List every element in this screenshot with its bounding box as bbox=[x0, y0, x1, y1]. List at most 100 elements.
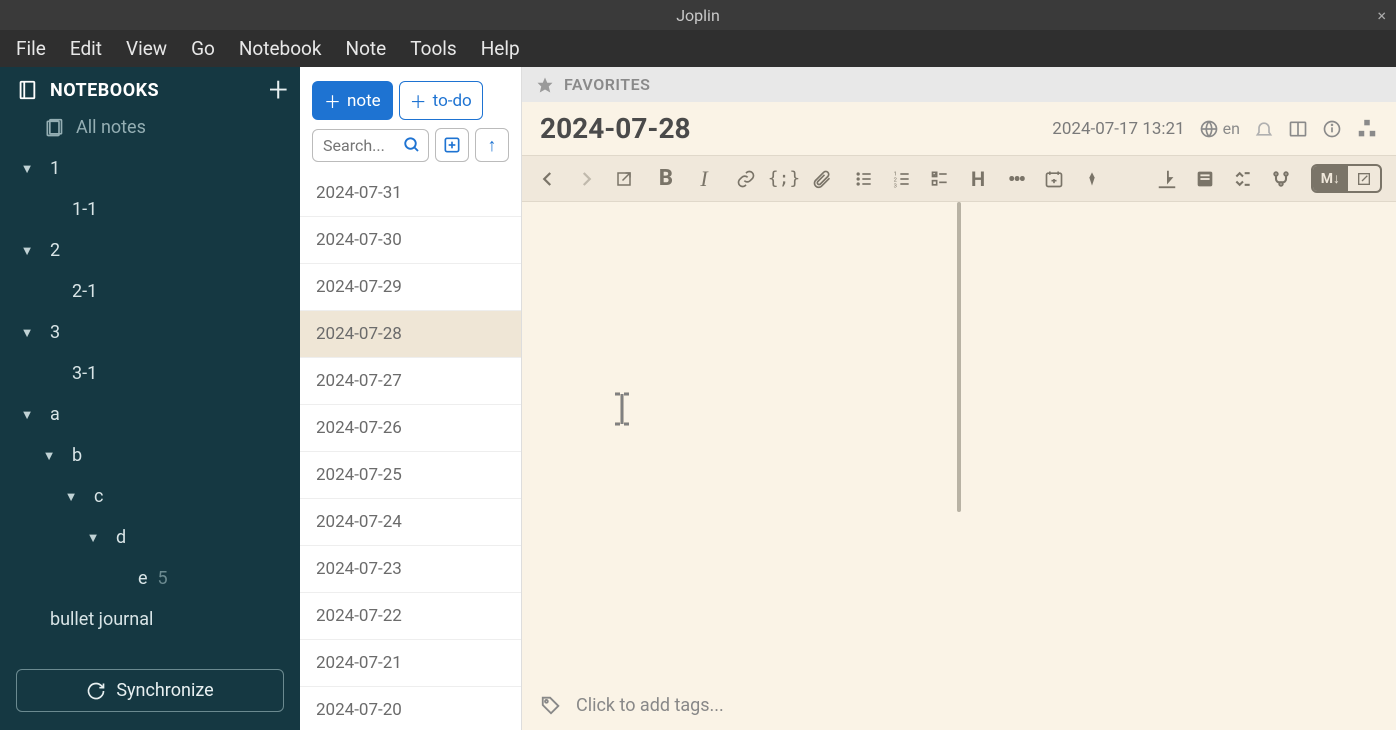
menu-note[interactable]: Note bbox=[338, 33, 395, 64]
notebook-item[interactable]: ▼3 bbox=[0, 312, 300, 353]
synchronize-button[interactable]: Synchronize bbox=[16, 669, 284, 712]
notebook-item[interactable]: ▼1 bbox=[0, 148, 300, 189]
notebook-label: 1-1 bbox=[72, 199, 97, 220]
note-list[interactable]: 2024-07-312024-07-302024-07-292024-07-28… bbox=[300, 170, 521, 730]
forward-button[interactable] bbox=[574, 167, 598, 191]
notebook-label: 3 bbox=[50, 322, 60, 343]
lang-label: en bbox=[1223, 119, 1240, 138]
notebook-item[interactable]: ▼b bbox=[0, 435, 300, 476]
chevron-down-icon[interactable]: ▼ bbox=[18, 243, 36, 259]
note-list-item[interactable]: 2024-07-22 bbox=[300, 593, 521, 640]
text-cursor-icon bbox=[612, 392, 632, 426]
notebook-count: 5 bbox=[158, 568, 168, 589]
menu-tools[interactable]: Tools bbox=[402, 33, 465, 64]
sidebar-title: NOTEBOOKS bbox=[50, 80, 159, 101]
menu-file[interactable]: File bbox=[8, 33, 54, 64]
alarm-icon[interactable] bbox=[1254, 119, 1274, 139]
chevron-down-icon[interactable]: ▼ bbox=[18, 325, 36, 341]
notebook-label: b bbox=[72, 445, 82, 466]
branch-icon[interactable] bbox=[1269, 167, 1293, 191]
svg-text:3: 3 bbox=[894, 183, 897, 189]
chevron-down-icon[interactable]: ▼ bbox=[62, 489, 80, 505]
toggle-sort-button[interactable] bbox=[435, 128, 469, 162]
note-list-item[interactable]: 2024-07-23 bbox=[300, 546, 521, 593]
chevron-down-icon[interactable]: ▼ bbox=[18, 407, 36, 423]
note-list-item[interactable]: 2024-07-27 bbox=[300, 358, 521, 405]
markdown-toggle[interactable]: M↓ bbox=[1311, 164, 1382, 193]
menu-view[interactable]: View bbox=[118, 33, 175, 64]
back-button[interactable] bbox=[536, 167, 560, 191]
link-button[interactable] bbox=[734, 167, 758, 191]
toggle-layout-icon[interactable] bbox=[1288, 119, 1308, 139]
menu-notebook[interactable]: Notebook bbox=[231, 33, 330, 64]
editor-textarea[interactable] bbox=[522, 202, 956, 684]
chevron-down-icon[interactable]: ▼ bbox=[40, 448, 58, 464]
italic-button[interactable]: I bbox=[692, 167, 716, 191]
notebook-item[interactable]: 2-1 bbox=[0, 271, 300, 312]
editor-panel: FAVORITES 2024-07-17 13:21 en bbox=[522, 67, 1396, 730]
note-timestamp: 2024-07-17 13:21 bbox=[1052, 119, 1184, 139]
notebook-item[interactable]: 3-1 bbox=[0, 353, 300, 394]
richtext-icon bbox=[1348, 167, 1380, 191]
external-edit-icon[interactable] bbox=[612, 167, 636, 191]
hr-button[interactable]: ••• bbox=[1004, 167, 1028, 191]
note-list-item[interactable]: 2024-07-30 bbox=[300, 217, 521, 264]
notebook-label: a bbox=[50, 404, 60, 425]
library-icon[interactable] bbox=[1193, 167, 1217, 191]
add-notebook-button[interactable]: + bbox=[269, 82, 288, 99]
bullet-list-button[interactable] bbox=[852, 167, 876, 191]
notebook-label: 1 bbox=[50, 158, 60, 179]
notebook-item[interactable]: 1-1 bbox=[0, 189, 300, 230]
menu-edit[interactable]: Edit bbox=[62, 33, 110, 64]
note-title-input[interactable] bbox=[540, 112, 1038, 145]
menu-go[interactable]: Go bbox=[183, 33, 223, 64]
notes-icon bbox=[44, 118, 64, 138]
note-info-icon[interactable] bbox=[1322, 119, 1342, 139]
note-list-item[interactable]: 2024-07-20 bbox=[300, 687, 521, 730]
heading-button[interactable]: H bbox=[966, 167, 990, 191]
note-list-item[interactable]: 2024-07-28 bbox=[300, 311, 521, 358]
notebook-item[interactable]: bullet journal bbox=[0, 599, 300, 640]
notebook-item[interactable]: e5 bbox=[0, 558, 300, 599]
tag-icon[interactable] bbox=[540, 694, 562, 716]
notebook-item[interactable]: ▼d bbox=[0, 517, 300, 558]
notebook-item[interactable]: ▼a bbox=[0, 394, 300, 435]
number-list-button[interactable]: 123 bbox=[890, 167, 914, 191]
note-list-item[interactable]: 2024-07-24 bbox=[300, 499, 521, 546]
attach-button[interactable] bbox=[810, 167, 834, 191]
note-list-item[interactable]: 2024-07-29 bbox=[300, 264, 521, 311]
preview-pane bbox=[962, 202, 1396, 684]
star-icon bbox=[536, 76, 554, 94]
sort-direction-button[interactable]: ↑ bbox=[475, 128, 509, 162]
chevron-down-icon[interactable]: ▼ bbox=[18, 161, 36, 177]
note-list-item[interactable]: 2024-07-21 bbox=[300, 640, 521, 687]
notebook-label: bullet journal bbox=[50, 609, 153, 630]
note-list-item[interactable]: 2024-07-31 bbox=[300, 170, 521, 217]
code-button[interactable]: {;} bbox=[772, 167, 796, 191]
datetime-button[interactable] bbox=[1042, 167, 1066, 191]
editor-body bbox=[522, 202, 1396, 684]
notebook-item[interactable]: ▼c bbox=[0, 476, 300, 517]
tags-placeholder[interactable]: Click to add tags... bbox=[576, 695, 724, 716]
plugin-icon[interactable] bbox=[1356, 118, 1378, 140]
chevron-down-icon[interactable]: ▼ bbox=[84, 530, 102, 546]
plus-icon: ＋ bbox=[324, 88, 341, 113]
pen-icon[interactable] bbox=[1080, 167, 1104, 191]
new-note-button[interactable]: ＋ note bbox=[312, 81, 393, 120]
sidebar: NOTEBOOKS + All notes ▼11-1▼22-1▼33-1▼a▼… bbox=[0, 67, 300, 730]
note-list-item[interactable]: 2024-07-25 bbox=[300, 452, 521, 499]
search-icon[interactable] bbox=[403, 136, 421, 154]
all-notes-link[interactable]: All notes bbox=[0, 111, 300, 148]
checkbox-list-button[interactable] bbox=[928, 167, 952, 191]
notebook-item[interactable]: ▼2 bbox=[0, 230, 300, 271]
new-todo-button[interactable]: ＋ to-do bbox=[399, 81, 483, 120]
spellcheck-button[interactable]: en bbox=[1199, 119, 1240, 139]
notebook-icon bbox=[16, 79, 38, 101]
menu-help[interactable]: Help bbox=[473, 33, 528, 64]
collapse-icon[interactable] bbox=[1231, 167, 1255, 191]
close-icon[interactable]: × bbox=[1377, 6, 1386, 25]
note-list-item[interactable]: 2024-07-26 bbox=[300, 405, 521, 452]
import-icon[interactable] bbox=[1155, 167, 1179, 191]
bold-button[interactable]: B bbox=[654, 167, 678, 191]
notebook-label: d bbox=[116, 527, 126, 548]
